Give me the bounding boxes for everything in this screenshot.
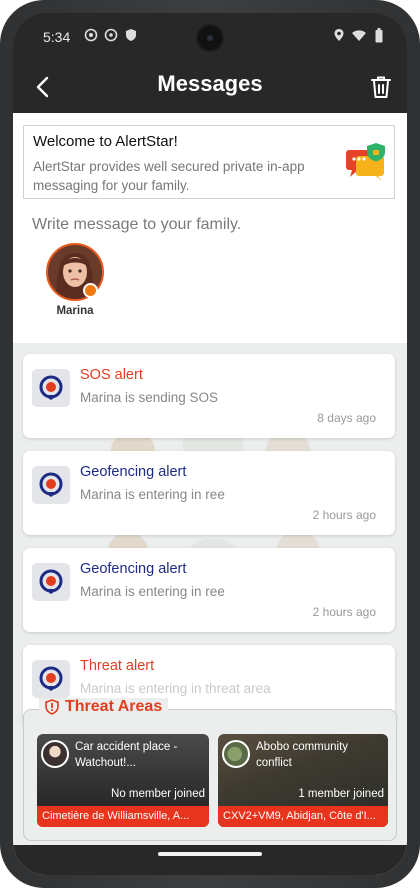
- navigation-bar: [13, 845, 407, 875]
- threat-area-location: CXV2+VM9, Abidjan, Côte d'I...: [218, 806, 388, 827]
- compose-prompt[interactable]: Write message to your family.: [32, 216, 241, 234]
- status-bar: 5:34: [13, 13, 407, 61]
- welcome-card: Welcome to AlertStar! AlertStar provides…: [23, 125, 395, 199]
- shield-alert-icon: [45, 699, 59, 715]
- alert-list[interactable]: SOS alert Marina is sending SOS 8 days a…: [13, 343, 407, 875]
- alert-message: Marina is entering in ree: [80, 487, 225, 502]
- list-item[interactable]: SOS alert Marina is sending SOS 8 days a…: [23, 354, 395, 438]
- threat-area-avatar: [222, 740, 250, 768]
- notification-icon: [83, 27, 99, 43]
- threat-area-avatar: [41, 740, 69, 768]
- alertstar-logo-icon: [32, 563, 70, 601]
- page-title: Messages: [157, 71, 263, 96]
- threat-areas-panel: Threat Areas Car accident place - Watcho…: [23, 698, 397, 841]
- welcome-body: AlertStar provides well secured private …: [33, 159, 305, 193]
- list-item[interactable]: Geofencing alert Marina is entering in r…: [23, 548, 395, 632]
- secure-chat-icon: [346, 143, 385, 181]
- member-name: Marina: [56, 305, 94, 317]
- alert-title: SOS alert: [80, 367, 143, 383]
- alertstar-logo-icon: [32, 369, 70, 407]
- alert-message: Marina is entering in threat area: [80, 681, 271, 696]
- location-status-icon: [103, 27, 119, 43]
- alert-title: Geofencing alert: [80, 561, 187, 577]
- threat-area-card[interactable]: Car accident place - Watchout!... No mem…: [37, 734, 209, 827]
- delete-button[interactable]: [366, 70, 396, 104]
- battery-icon: [371, 27, 387, 43]
- list-item[interactable]: Geofencing alert Marina is entering in r…: [23, 451, 395, 535]
- welcome-title: Welcome to AlertStar!: [33, 133, 178, 150]
- compose-panel: Welcome to AlertStar! AlertStar provides…: [13, 113, 407, 343]
- threat-area-card[interactable]: Abobo community conflict 1 member joined…: [218, 734, 388, 827]
- threat-areas-label: Threat Areas: [65, 698, 163, 715]
- threat-area-title: Abobo community conflict: [256, 741, 349, 769]
- trash-icon: [371, 76, 391, 98]
- shield-status-icon: [123, 27, 139, 43]
- status-time: 5:34: [43, 29, 71, 45]
- front-camera: [196, 24, 224, 52]
- alert-time: 2 hours ago: [312, 605, 376, 619]
- wifi-icon: [351, 27, 367, 43]
- threat-area-location: Cimetière de Williamsville, A...: [37, 806, 209, 827]
- threat-area-joined: No member joined: [111, 788, 205, 800]
- threat-area-joined: 1 member joined: [298, 788, 384, 800]
- threat-areas-header: Threat Areas: [39, 698, 169, 716]
- member-marina[interactable]: Marina: [43, 243, 107, 317]
- alertstar-logo-icon: [32, 660, 70, 698]
- alert-message: Marina is entering in ree: [80, 584, 225, 599]
- threat-area-title: Car accident place - Watchout!...: [75, 741, 178, 769]
- alert-time: 8 days ago: [317, 411, 376, 425]
- gps-icon: [331, 27, 347, 43]
- alert-title: Geofencing alert: [80, 464, 187, 480]
- screen: 5:34 Messages Welcome to AlertStar! Aler…: [13, 13, 407, 875]
- phone-frame: 5:34 Messages Welcome to AlertStar! Aler…: [0, 0, 420, 888]
- alert-message: Marina is sending SOS: [80, 390, 219, 405]
- status-dot: [83, 283, 98, 298]
- alert-title: Threat alert: [80, 658, 155, 674]
- app-header: Messages: [13, 61, 407, 113]
- alert-time: 2 hours ago: [312, 508, 376, 522]
- alertstar-logo-icon: [32, 466, 70, 504]
- home-indicator[interactable]: [158, 852, 262, 856]
